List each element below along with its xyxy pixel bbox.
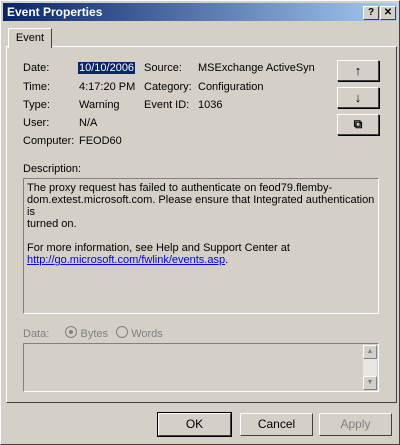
data-format-row: Data: Bytes Words	[23, 326, 163, 340]
bytes-radio[interactable]	[65, 326, 78, 338]
tab-event[interactable]: Event	[8, 28, 52, 48]
date-value[interactable]: 10/10/2006	[78, 62, 136, 74]
link-suffix: .	[225, 254, 229, 266]
description-line-1: The proxy request has failed to authenti…	[27, 182, 333, 194]
description-line-4: For more information, see Help and Suppo…	[27, 242, 290, 254]
window-title: Event Properties	[7, 5, 103, 19]
computer-value: FEOD60	[79, 135, 122, 147]
arrow-down-icon: ↓	[354, 90, 362, 105]
source-label: Source:	[144, 62, 182, 74]
time-label: Time:	[23, 81, 51, 93]
arrow-up-icon: ↑	[354, 63, 362, 78]
category-value: Configuration	[198, 81, 264, 93]
words-label: Words	[131, 328, 163, 340]
words-radio[interactable]	[116, 326, 129, 338]
bytes-label: Bytes	[80, 328, 108, 340]
description-line-3: turned on.	[27, 218, 77, 230]
data-label: Data:	[23, 328, 50, 340]
ok-button[interactable]: OK	[157, 412, 232, 437]
description-text-box[interactable]: The proxy request has failed to authenti…	[23, 178, 379, 314]
event-properties-window: Event Properties ? ✕ Event Date: Time: T…	[0, 0, 400, 445]
type-label: Type:	[23, 99, 50, 111]
cancel-button[interactable]: Cancel	[240, 413, 313, 436]
copy-icon: ⧉	[353, 117, 363, 131]
user-label: User:	[23, 117, 50, 129]
user-value: N/A	[79, 117, 98, 129]
previous-event-button[interactable]: ↑	[337, 60, 379, 81]
event-id-label: Event ID:	[144, 99, 190, 111]
title-bar[interactable]: Event Properties ? ✕	[3, 3, 397, 21]
next-event-button[interactable]: ↓	[337, 87, 379, 108]
date-label: Date:	[23, 62, 50, 74]
scroll-down-icon[interactable]: ▼	[363, 376, 377, 390]
time-value: 4:17:20 PM	[79, 81, 136, 93]
tab-event-label: Event	[15, 32, 45, 44]
help-link[interactable]: http://go.microsoft.com/fwlink/events.as…	[27, 254, 225, 266]
computer-label: Computer:	[23, 135, 75, 147]
copy-button[interactable]: ⧉	[337, 114, 379, 135]
data-text-box[interactable]: ▲ ▼	[23, 343, 379, 392]
category-label: Category:	[144, 81, 192, 93]
source-value: MSExchange ActiveSyn	[198, 62, 315, 74]
close-button[interactable]: ✕	[380, 6, 396, 20]
type-value: Warning	[79, 99, 120, 111]
description-line-2: dom.extest.microsoft.com. Please ensure …	[27, 194, 375, 218]
apply-button[interactable]: Apply	[319, 413, 392, 436]
data-scrollbar[interactable]: ▲ ▼	[363, 345, 377, 390]
help-button[interactable]: ?	[363, 6, 379, 20]
scroll-up-icon[interactable]: ▲	[363, 345, 377, 359]
description-label: Description:	[23, 163, 82, 175]
event-id-value: 1036	[198, 99, 223, 111]
date-value-text: 10/10/2006	[78, 62, 136, 74]
